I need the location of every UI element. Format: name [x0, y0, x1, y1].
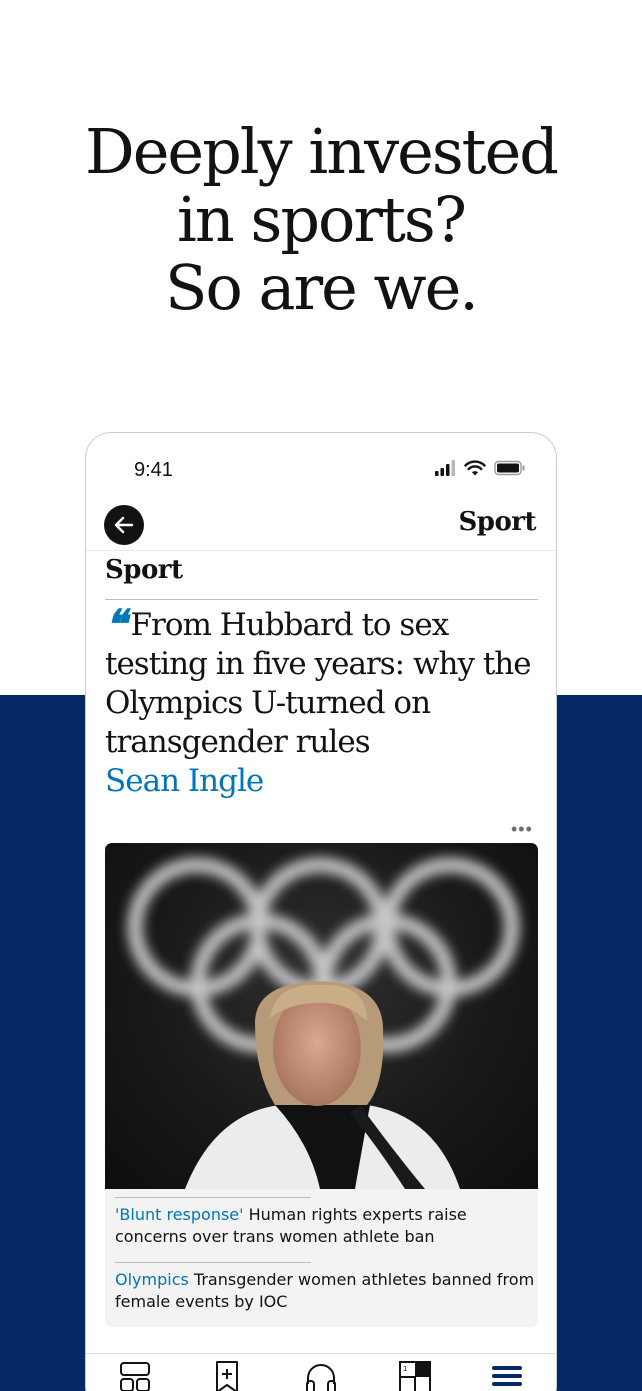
related-links: 'Blunt response' Human rights experts ra…	[105, 1189, 538, 1313]
menu-icon[interactable]	[490, 1360, 524, 1391]
saved-icon[interactable]	[210, 1360, 244, 1391]
back-button[interactable]	[104, 505, 144, 545]
related-link[interactable]: 'Blunt response' Human rights experts ra…	[115, 1197, 467, 1248]
svg-text:1: 1	[403, 1365, 407, 1373]
article-headline-block[interactable]: ❝ From Hubbard to sex testing in five yea…	[105, 605, 545, 801]
promo-headline-line: Deeply invested	[85, 115, 559, 188]
phone-frame: 9:41 Sport Sport ❝ From Hubbard to sex t…	[85, 432, 557, 1391]
status-icons	[434, 460, 526, 476]
promo-headline-line: So are we.	[165, 251, 479, 324]
battery-icon	[494, 460, 525, 476]
arrow-left-icon	[114, 516, 134, 534]
article-byline: Sean Ingle	[105, 763, 264, 799]
headphones-icon[interactable]	[304, 1360, 338, 1391]
promo-headline: Deeply invested in sports? So are we.	[0, 118, 642, 322]
article-headline: From Hubbard to sex testing in five year…	[105, 607, 532, 760]
olympic-rings-photo	[105, 843, 538, 1189]
related-link-text: Olympics Transgender women athletes bann…	[115, 1263, 535, 1313]
quote-icon: ❝	[105, 601, 126, 648]
related-kicker: Olympics	[115, 1270, 189, 1289]
status-time: 9:41	[134, 459, 173, 481]
nav-title: Sport	[458, 507, 536, 537]
promo-headline-line: in sports?	[177, 183, 467, 256]
related-link-text: 'Blunt response' Human rights experts ra…	[115, 1198, 535, 1248]
home-icon[interactable]	[118, 1360, 152, 1391]
tab-bar: 1	[86, 1353, 556, 1391]
article-card[interactable]: 'Blunt response' Human rights experts ra…	[105, 843, 538, 1327]
more-dots-icon[interactable]: •••	[511, 819, 533, 840]
olympic-rings-illustration	[127, 857, 520, 1189]
nav-bar: Sport	[86, 503, 556, 551]
related-link[interactable]: Olympics Transgender women athletes bann…	[115, 1262, 534, 1313]
signal-icon	[435, 460, 455, 476]
status-bar: 9:41	[86, 433, 556, 503]
section-divider	[105, 599, 538, 600]
related-kicker: 'Blunt response'	[115, 1205, 244, 1224]
wifi-icon	[464, 460, 486, 476]
section-label: Sport	[105, 555, 183, 585]
crossword-icon[interactable]: 1	[398, 1360, 432, 1391]
